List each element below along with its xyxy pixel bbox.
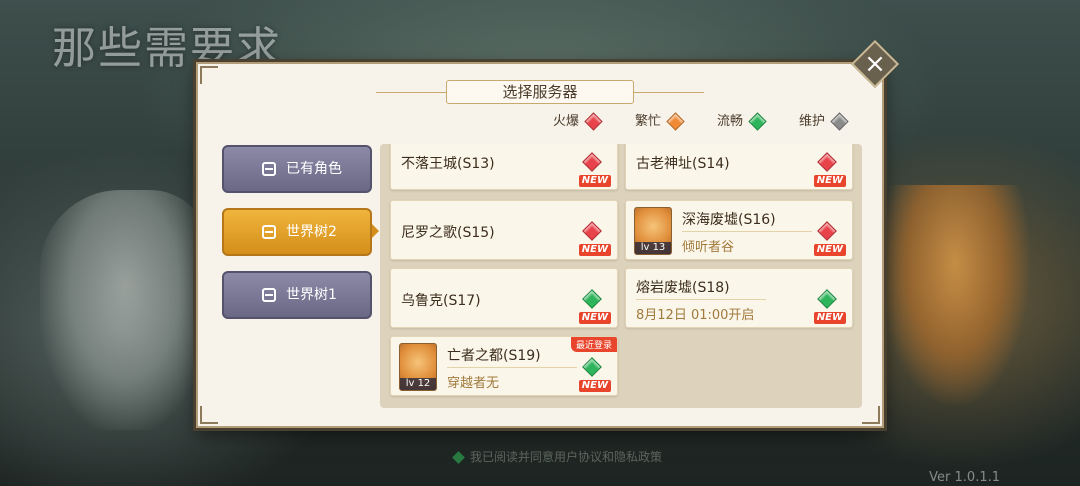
- green-gem-icon: [817, 289, 837, 309]
- new-badge: NEW: [813, 244, 846, 256]
- server-card-s14[interactable]: 古老神址(S14) NEW: [625, 144, 853, 190]
- server-card-s17[interactable]: 乌鲁克(S17) NEW: [390, 268, 618, 328]
- green-gem-icon: [582, 289, 602, 309]
- server-card-s15[interactable]: 尼罗之歌(S15) NEW: [390, 200, 618, 260]
- green-gem-icon: [582, 357, 602, 377]
- server-card-s18[interactable]: 熔岩废墟(S18) 8月12日 01:00开启 NEW: [625, 268, 853, 328]
- server-card-s13[interactable]: 不落王城(S13) NEW: [390, 144, 618, 190]
- new-badge: NEW: [578, 175, 611, 187]
- character-illustration: [880, 185, 1030, 405]
- version-label: Ver 1.0.1.1: [929, 470, 1000, 485]
- divider: [682, 231, 812, 232]
- new-badge: NEW: [813, 312, 846, 324]
- new-badge: NEW: [813, 175, 846, 187]
- corner-ornament: [862, 406, 880, 424]
- dialog-title: 选择服务器: [446, 80, 634, 104]
- corner-ornament: [200, 66, 218, 84]
- orange-gem-icon: [666, 112, 685, 131]
- legend-item-busy: 繁忙: [635, 112, 685, 132]
- legend-item-hot: 火爆: [553, 112, 603, 132]
- agreement-hint-text: 我已阅读并同意用户协议和隐私政策: [470, 450, 663, 464]
- corner-ornament: [200, 406, 218, 424]
- red-gem-icon: [582, 221, 602, 241]
- tab-existing-roles[interactable]: 已有角色: [222, 145, 372, 193]
- server-list-panel[interactable]: 不落王城(S13) NEW 古老神址(S14) NEW 尼罗之歌(S15) NE…: [380, 144, 862, 408]
- divider: [447, 367, 577, 368]
- recent-login-badge: 最近登录: [570, 337, 617, 352]
- checkbox-icon[interactable]: [452, 451, 465, 464]
- server-card-s16[interactable]: lv 13 深海废墟(S16) 倾听者谷 NEW: [625, 200, 853, 260]
- new-badge: NEW: [578, 312, 611, 324]
- legend-item-maintenance: 维护: [799, 112, 849, 132]
- tab-world-tree-1[interactable]: 世界树1: [222, 271, 372, 319]
- wolf-illustration: [40, 190, 210, 430]
- legend-item-smooth: 流畅: [717, 112, 767, 132]
- id-card-icon: [262, 162, 276, 176]
- divider: [636, 299, 766, 300]
- server-card-s19[interactable]: lv 12 最近登录 亡者之都(S19) 穿越者无 NEW: [390, 336, 618, 396]
- gray-gem-icon: [830, 112, 849, 131]
- new-badge: NEW: [578, 380, 611, 392]
- new-badge: NEW: [578, 244, 611, 256]
- agreement-hint[interactable]: 我已阅读并同意用户协议和隐私政策: [452, 448, 663, 465]
- red-gem-icon: [817, 152, 837, 172]
- tab-world-tree-2[interactable]: 世界树2: [222, 208, 372, 256]
- green-gem-icon: [748, 112, 767, 131]
- server-icon: [262, 288, 276, 302]
- red-gem-icon: [582, 152, 602, 172]
- server-icon: [262, 225, 276, 239]
- red-gem-icon: [584, 112, 603, 131]
- active-tab-arrow: [372, 224, 379, 238]
- dialog-title-bar: 选择服务器: [376, 80, 704, 106]
- red-gem-icon: [817, 221, 837, 241]
- character-avatar: lv 12: [399, 343, 437, 391]
- character-avatar: lv 13: [634, 207, 672, 255]
